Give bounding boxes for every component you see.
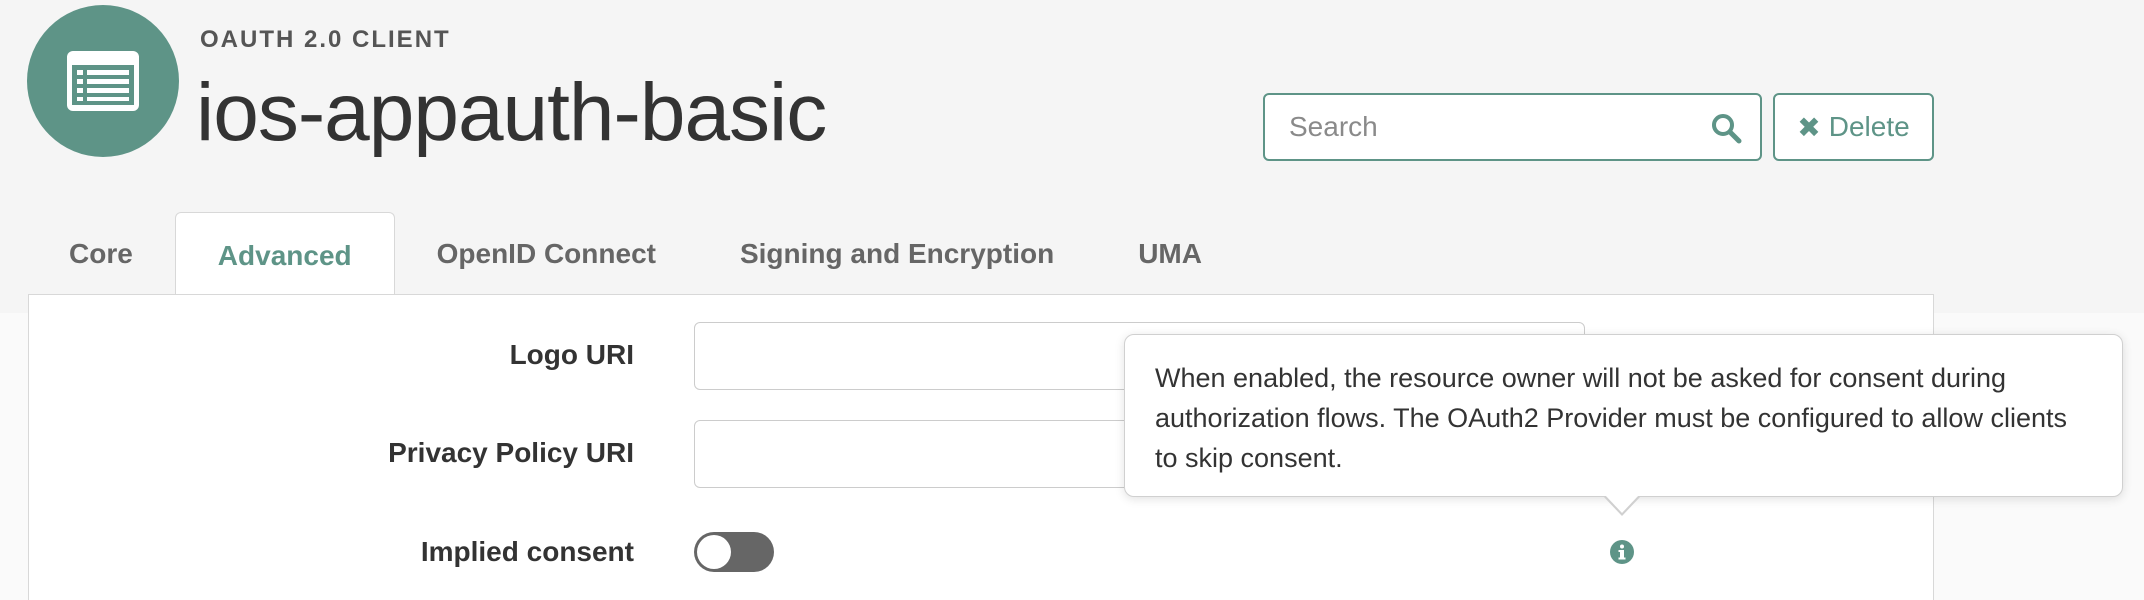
tab-signing-and-encryption[interactable]: Signing and Encryption — [698, 212, 1096, 296]
implied-consent-tooltip: When enabled, the resource owner will no… — [1124, 334, 2123, 497]
search-box[interactable] — [1263, 93, 1762, 161]
avatar — [27, 5, 179, 157]
implied-consent-toggle[interactable] — [694, 532, 774, 572]
tooltip-arrow-inner — [1605, 495, 1639, 513]
page-subtitle: OAUTH 2.0 CLIENT — [200, 26, 451, 53]
tab-core[interactable]: Core — [28, 212, 175, 296]
tab-bar: Core Advanced OpenID Connect Signing and… — [28, 212, 1244, 298]
tab-uma[interactable]: UMA — [1096, 212, 1244, 296]
privacy-policy-uri-label: Privacy Policy URI — [388, 437, 634, 468]
logo-uri-label: Logo URI — [509, 339, 634, 370]
delete-button[interactable]: ✖ Delete — [1773, 93, 1934, 161]
tab-openid-connect[interactable]: OpenID Connect — [395, 212, 698, 296]
info-icon[interactable] — [1609, 539, 1635, 565]
page-title: ios-appauth-basic — [196, 67, 827, 158]
tooltip-text: When enabled, the resource owner will no… — [1155, 363, 2067, 473]
search-input[interactable] — [1265, 95, 1685, 159]
list-window-icon — [67, 51, 139, 111]
close-icon: ✖ — [1797, 111, 1821, 143]
tab-advanced[interactable]: Advanced — [174, 212, 395, 298]
delete-button-label: Delete — [1828, 111, 1910, 142]
toggle-knob — [697, 535, 731, 569]
search-icon[interactable] — [1710, 112, 1742, 144]
implied-consent-label: Implied consent — [420, 536, 634, 567]
